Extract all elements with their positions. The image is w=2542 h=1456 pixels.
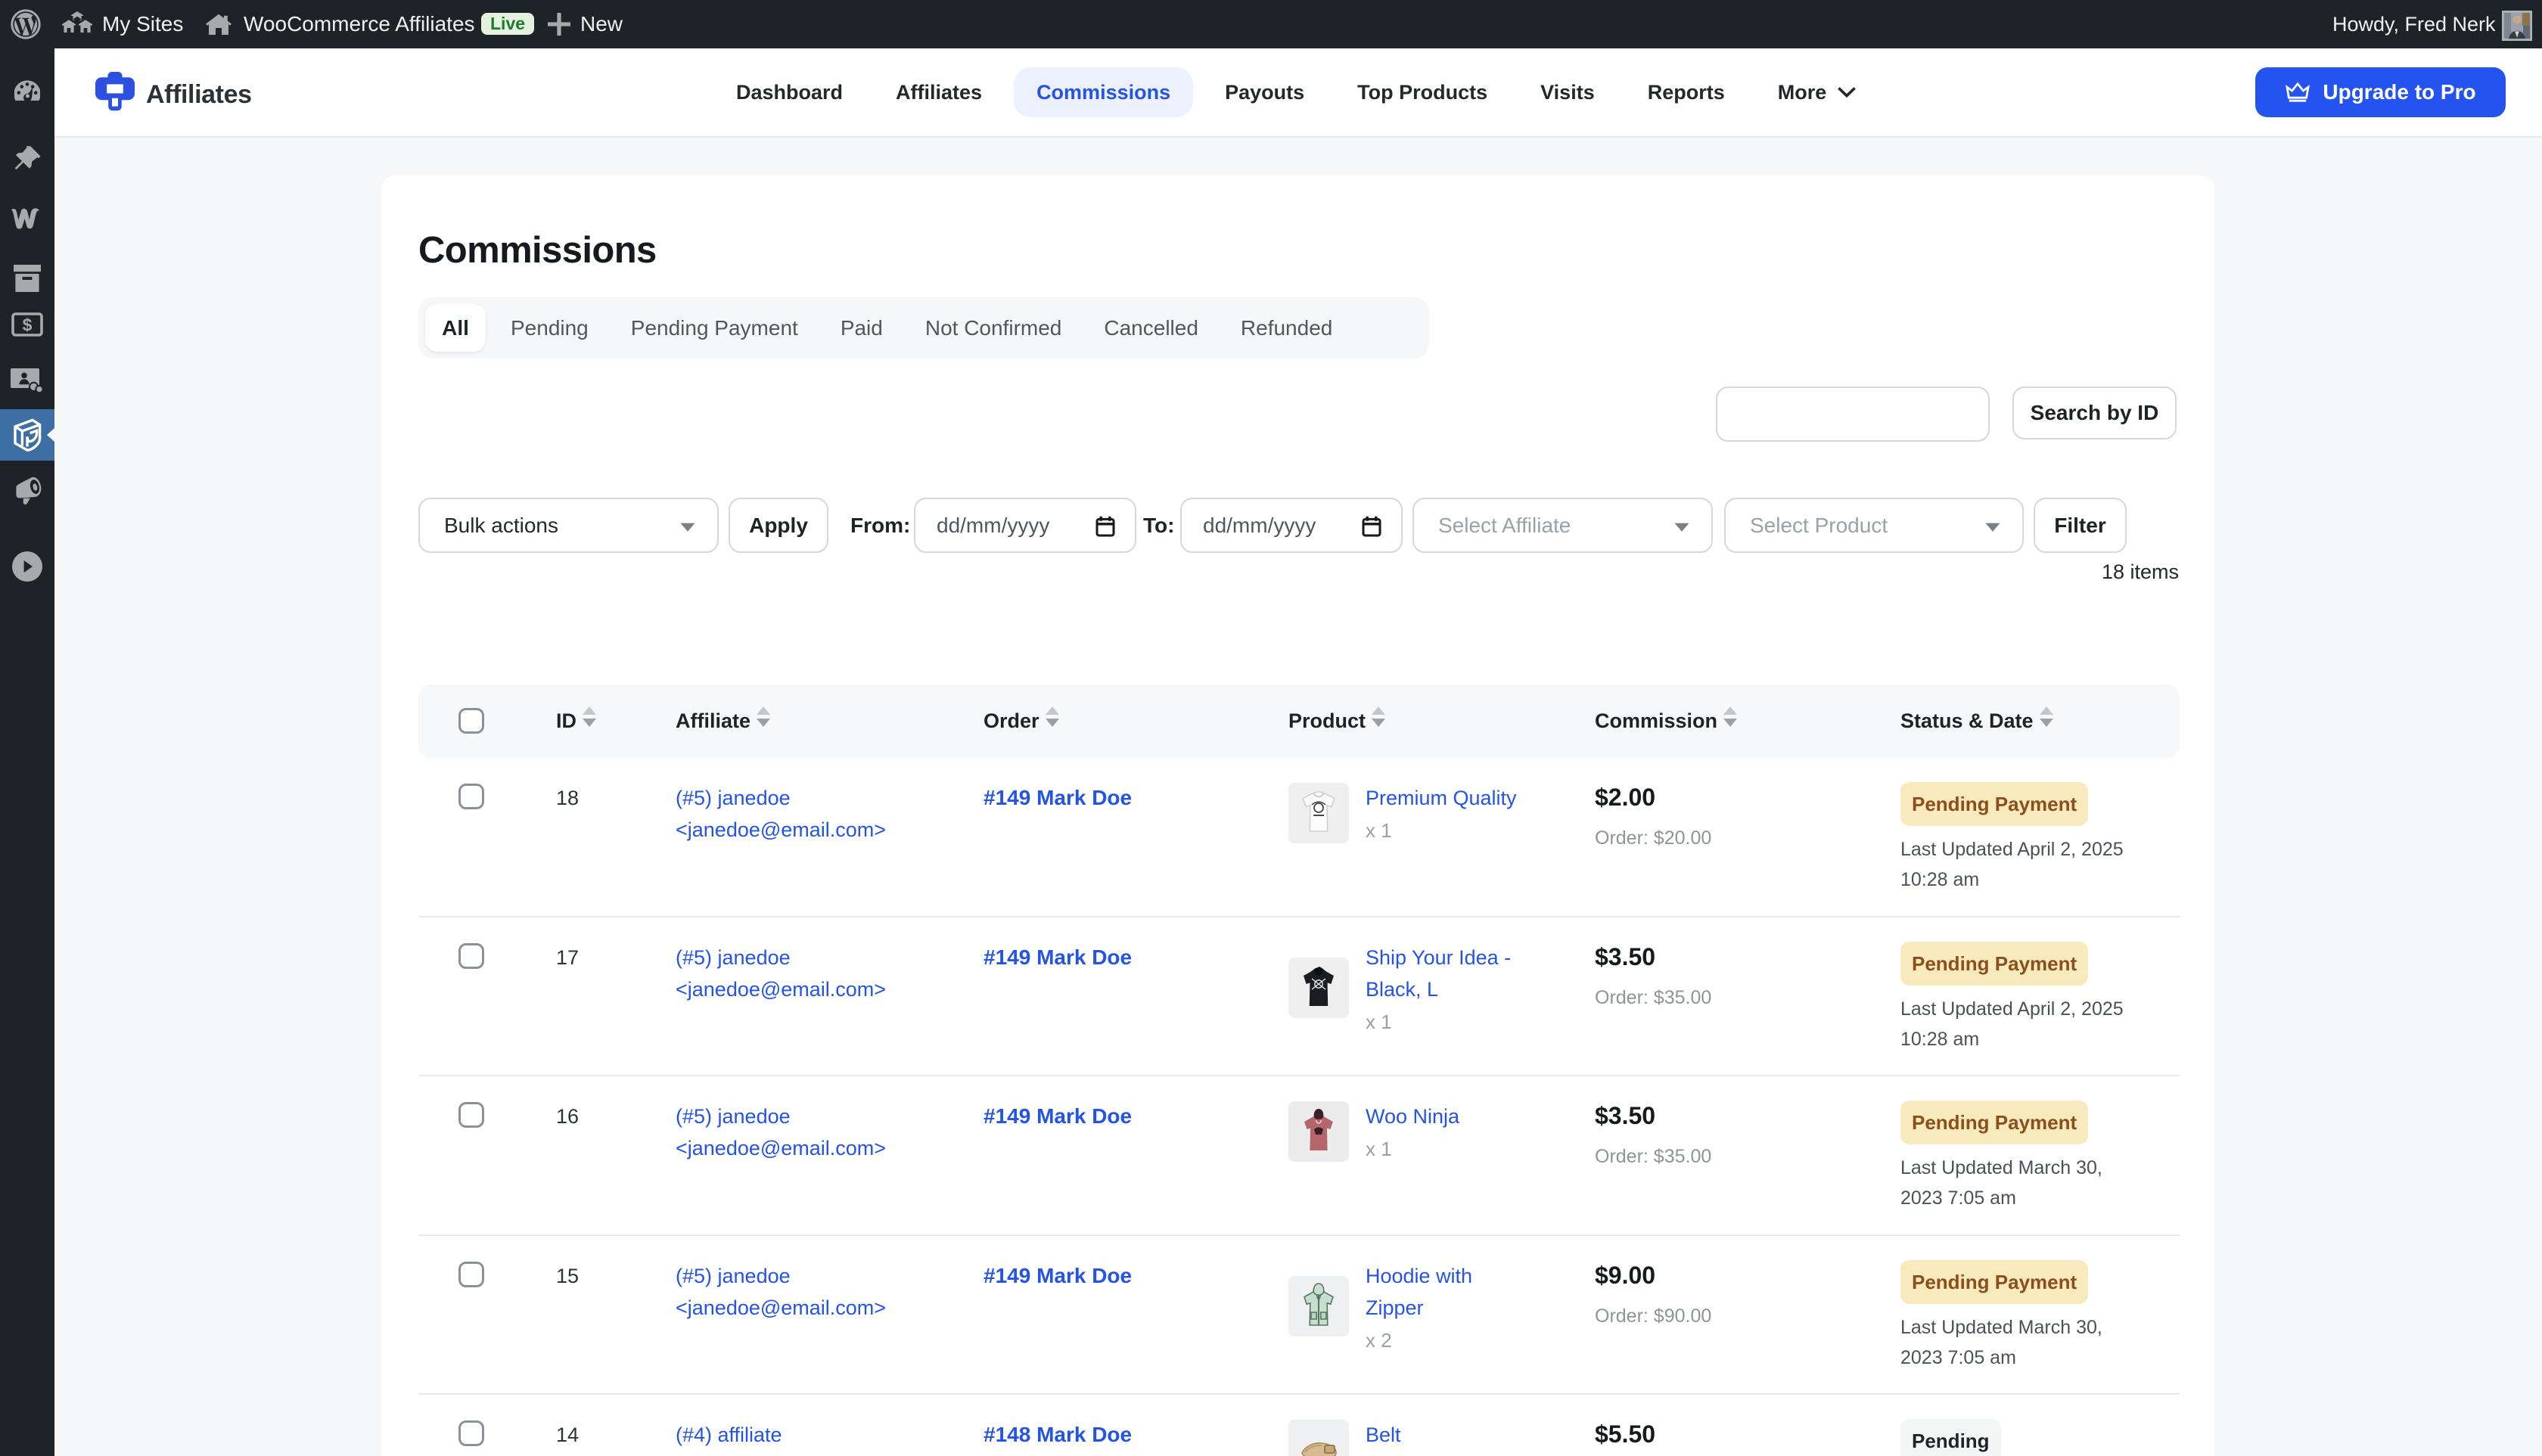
- svg-text:$: $: [23, 315, 33, 335]
